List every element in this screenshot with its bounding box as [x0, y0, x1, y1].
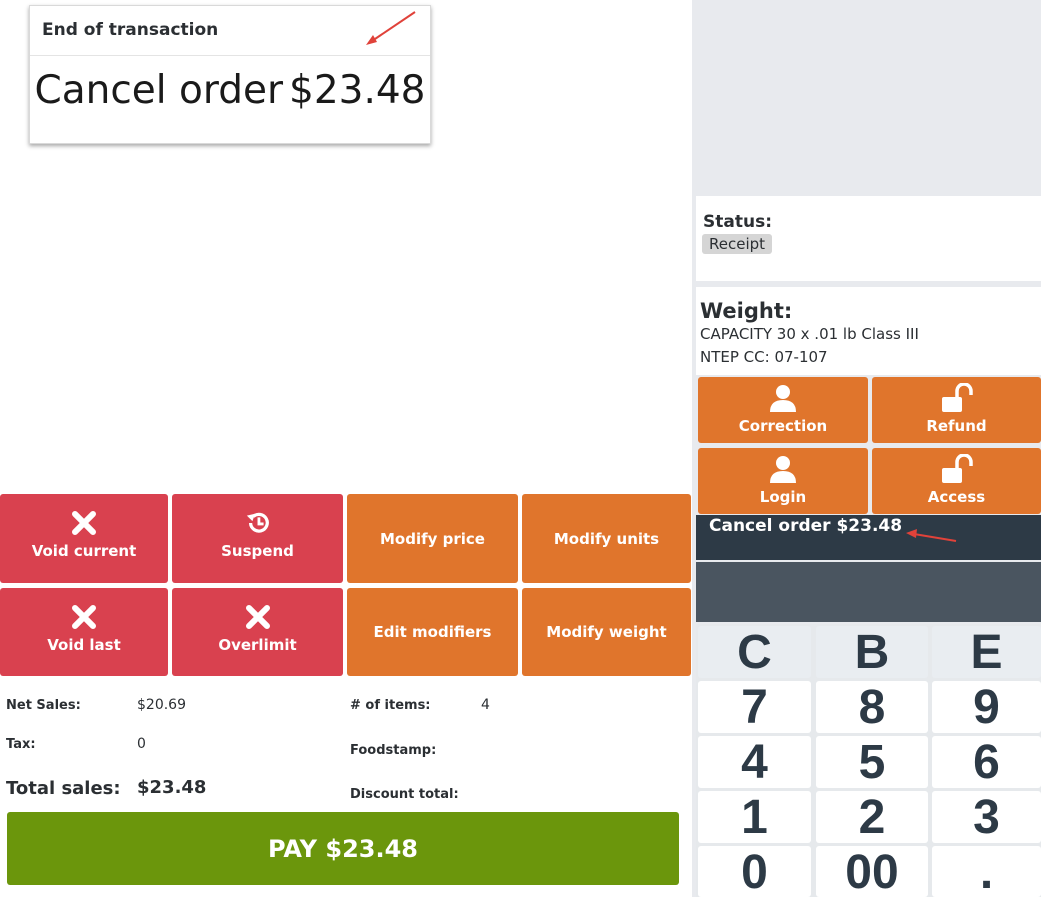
- key-0[interactable]: 0: [698, 846, 811, 897]
- popup-amount: $23.48: [289, 68, 426, 113]
- order-line-display: Cancel order $23.48: [696, 515, 1041, 560]
- pay-button[interactable]: PAY $23.48: [7, 812, 679, 885]
- key-b[interactable]: B: [816, 626, 928, 679]
- key-4[interactable]: 4: [698, 736, 811, 789]
- weight-ntep: NTEP CC: 07-107: [700, 348, 828, 366]
- key-1[interactable]: 1: [698, 791, 811, 844]
- net-sales-label: Net Sales:: [6, 698, 81, 713]
- refund-label: Refund: [926, 417, 987, 435]
- popup-label: Cancel order: [34, 68, 284, 113]
- access-button[interactable]: Access: [872, 448, 1041, 514]
- edit-modifiers-button[interactable]: Edit modifiers: [347, 588, 518, 676]
- modify-units-label: Modify units: [553, 529, 660, 548]
- total-sales-label: Total sales:: [6, 778, 121, 799]
- status-panel: Status: Receipt: [696, 196, 1041, 281]
- items-value: 4: [481, 697, 490, 713]
- key-e[interactable]: E: [932, 626, 1041, 679]
- key-6[interactable]: 6: [932, 736, 1041, 789]
- key-5[interactable]: 5: [816, 736, 928, 789]
- discount-total-label: Discount total:: [350, 787, 459, 802]
- access-label: Access: [927, 488, 986, 506]
- void-last-label: Void last: [47, 636, 121, 654]
- login-label: Login: [759, 488, 807, 506]
- x-icon: [72, 511, 96, 535]
- x-icon: [245, 605, 270, 629]
- order-line-text: Cancel order $23.48: [709, 516, 903, 536]
- modify-price-label: Modify price: [380, 529, 485, 548]
- total-sales-value: $23.48: [137, 777, 207, 798]
- items-label: # of items:: [350, 698, 431, 713]
- status-label: Status:: [703, 212, 772, 232]
- history-icon: [246, 512, 269, 533]
- x-icon: [72, 605, 96, 629]
- login-button[interactable]: Login: [698, 448, 868, 514]
- suspend-button[interactable]: Suspend: [172, 494, 343, 583]
- weight-capacity: CAPACITY 30 x .01 lb Class III: [700, 325, 919, 343]
- unlock-icon: [941, 454, 973, 483]
- void-last-button[interactable]: Void last: [0, 588, 168, 676]
- annotation-arrow-icon: [366, 11, 416, 45]
- edit-modifiers-label: Edit modifiers: [373, 623, 492, 641]
- modify-units-button[interactable]: Modify units: [522, 494, 691, 583]
- user-icon: [770, 385, 796, 412]
- void-current-label: Void current: [31, 542, 137, 560]
- modify-price-button[interactable]: Modify price: [347, 494, 518, 583]
- entry-display: [696, 562, 1041, 622]
- numeric-keypad: C B E 7 8 9 4 5 6 1 2 3 0 00 .: [696, 624, 1041, 897]
- tax-value: 0: [137, 736, 146, 752]
- void-current-button[interactable]: Void current: [0, 494, 168, 583]
- suspend-label: Suspend: [221, 542, 294, 560]
- refund-button[interactable]: Refund: [872, 377, 1041, 443]
- key-2[interactable]: 2: [816, 791, 928, 844]
- correction-label: Correction: [738, 417, 828, 435]
- weight-label: Weight:: [700, 299, 793, 323]
- weight-panel: Weight: CAPACITY 30 x .01 lb Class III N…: [696, 287, 1041, 375]
- modify-weight-label: Modify weight: [546, 623, 667, 641]
- key-00[interactable]: 00: [816, 846, 928, 897]
- overlimit-label: Overlimit: [218, 636, 297, 654]
- overlimit-button[interactable]: Overlimit: [172, 588, 343, 676]
- popup-body: Cancel order $23.48: [30, 68, 430, 113]
- key-9[interactable]: 9: [932, 681, 1041, 734]
- status-badge: Receipt: [702, 234, 773, 254]
- foodstamp-label: Foodstamp:: [350, 743, 437, 758]
- modify-weight-button[interactable]: Modify weight: [522, 588, 691, 676]
- correction-button[interactable]: Correction: [698, 377, 868, 443]
- key-3[interactable]: 3: [932, 791, 1041, 844]
- unlock-icon: [941, 383, 973, 412]
- tax-label: Tax:: [6, 737, 36, 752]
- key-decimal[interactable]: .: [932, 846, 1041, 897]
- net-sales-value: $20.69: [137, 697, 186, 713]
- key-7[interactable]: 7: [698, 681, 811, 734]
- annotation-arrow-icon: [906, 529, 957, 542]
- user-icon: [770, 456, 796, 483]
- key-c[interactable]: C: [698, 626, 811, 679]
- key-8[interactable]: 8: [816, 681, 928, 734]
